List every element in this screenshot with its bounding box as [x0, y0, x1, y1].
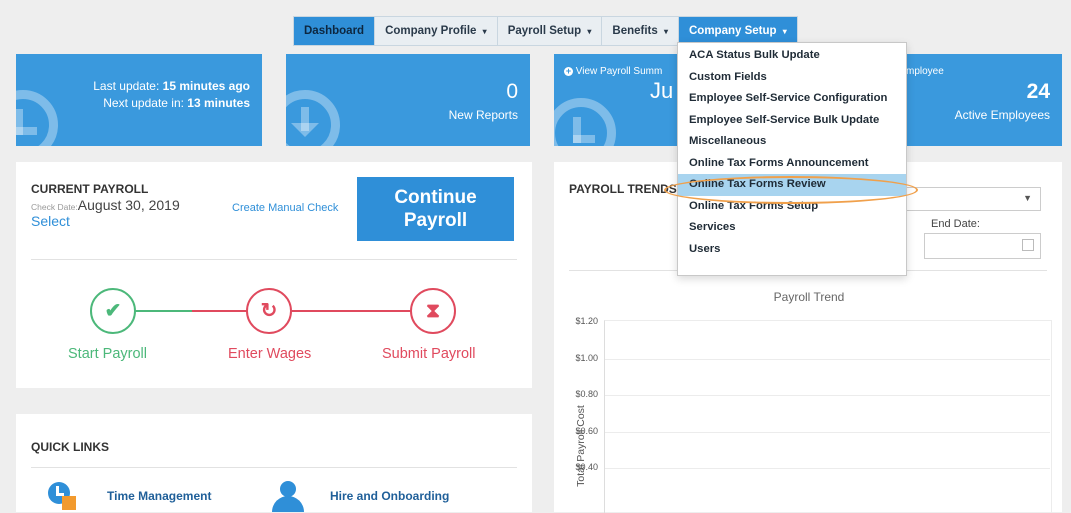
tab-company-profile[interactable]: Company Profile ▾ — [375, 17, 498, 45]
time-management-link[interactable]: Time Management — [107, 489, 211, 503]
menu-item-ess-bulk-update[interactable]: Employee Self-Service Bulk Update — [678, 110, 906, 132]
new-reports-label: New Reports — [448, 108, 518, 122]
tab-label: Company Profile — [385, 25, 477, 37]
person-icon — [280, 481, 296, 497]
menu-item-online-tax-forms-announcement[interactable]: Online Tax Forms Announcement — [678, 153, 906, 175]
chart-y-tick-label: $1.20 — [575, 316, 598, 326]
caret-down-icon: ▾ — [482, 27, 487, 36]
new-reports-count: 0 — [506, 80, 518, 103]
create-manual-check-link[interactable]: Create Manual Check — [232, 202, 338, 214]
tab-label: Payroll Setup — [507, 25, 582, 37]
end-date-input[interactable] — [924, 233, 1041, 259]
check-date-label: Check Date: — [31, 202, 78, 212]
payroll-summary-value: Ju — [650, 78, 674, 103]
current-payroll-title: CURRENT PAYROLL — [31, 182, 149, 196]
step-connector — [192, 310, 434, 312]
check-icon: ✔ — [104, 300, 122, 322]
continue-payroll-line1: Continue — [394, 187, 477, 208]
new-reports-card[interactable]: 0 New Reports — [286, 54, 530, 146]
view-payroll-summary-label: View Payroll Summ — [575, 66, 663, 77]
active-employees-count: 24 — [1026, 80, 1050, 103]
divider — [31, 467, 517, 468]
employee-label: mployee — [906, 66, 944, 77]
submit-payroll-label: Submit Payroll — [382, 346, 476, 362]
quick-links-panel — [16, 414, 532, 512]
menu-item-ess-configuration[interactable]: Employee Self-Service Configuration — [678, 88, 906, 110]
menu-item-services[interactable]: Services — [678, 217, 906, 239]
calendar-icon[interactable] — [1022, 239, 1034, 251]
last-update-label: Last update: — [93, 79, 163, 93]
tab-label: Dashboard — [304, 25, 365, 37]
chart-y-axis-label: Total Payroll Cost — [575, 405, 587, 487]
tab-label: Benefits — [612, 25, 658, 37]
clock-bg-icon — [554, 98, 616, 146]
chart-y-tick-label: $0.40 — [575, 462, 598, 472]
chart-y-tick-label: $0.60 — [575, 425, 598, 436]
tab-company-setup[interactable]: Company Setup ▾ — [679, 17, 797, 45]
caret-down-icon: ▾ — [587, 27, 592, 36]
end-date-label: End Date: — [931, 218, 980, 230]
tab-dashboard[interactable]: Dashboard — [294, 17, 376, 45]
company-setup-dropdown: ACA Status Bulk Update Custom Fields Emp… — [677, 42, 907, 276]
payroll-trends-title: PAYROLL TRENDS — [569, 182, 677, 196]
chart-plot-area — [604, 320, 1052, 513]
tab-label: Company Setup — [689, 25, 777, 37]
tab-benefits[interactable]: Benefits ▾ — [602, 17, 679, 45]
active-employees-label: Active Employees — [954, 108, 1050, 122]
hire-and-onboarding-link[interactable]: Hire and Onboarding — [330, 489, 449, 503]
menu-item-users[interactable]: Users — [678, 239, 906, 261]
menu-item-aca-status-bulk-update[interactable]: ACA Status Bulk Update — [678, 45, 906, 67]
next-update-value: 13 minutes — [187, 96, 250, 110]
calendar-icon — [62, 496, 76, 510]
hourglass-icon: ⧗ — [425, 300, 441, 322]
chart-gridline — [605, 395, 1050, 396]
update-status-text: Last update: 15 minutes ago Next update … — [93, 78, 250, 112]
menu-item-miscellaneous[interactable]: Miscellaneous — [678, 131, 906, 153]
continue-payroll-line2: Payroll — [403, 210, 468, 231]
menu-item-online-tax-forms-review[interactable]: Online Tax Forms Review — [678, 174, 906, 196]
start-payroll-label: Start Payroll — [68, 346, 147, 362]
chart-title: Payroll Trend — [773, 290, 845, 304]
trend-range-select[interactable]: ▼ — [905, 187, 1041, 211]
select-link[interactable]: Select — [31, 213, 70, 229]
download-bg-icon — [286, 90, 340, 146]
check-date-value: August 30, 2019 — [77, 197, 180, 213]
last-update-value: 15 minutes ago — [162, 79, 250, 93]
chart-gridline — [605, 468, 1050, 469]
menu-item-online-tax-forms-setup[interactable]: Online Tax Forms Setup — [678, 196, 906, 218]
start-payroll-step[interactable]: ✔ — [90, 288, 136, 334]
chart-gridline — [605, 358, 1050, 360]
chart-gridline — [605, 431, 1050, 433]
tab-payroll-setup[interactable]: Payroll Setup ▾ — [498, 17, 603, 45]
next-update-label: Next update in: — [103, 96, 188, 110]
chart-y-tick-label: $1.00 — [575, 352, 598, 363]
enter-wages-step[interactable]: ↻ — [246, 288, 292, 334]
chevron-down-icon: ▼ — [1023, 193, 1032, 203]
plus-circle-icon: + — [564, 66, 573, 76]
clock-bg-icon — [16, 90, 58, 146]
caret-down-icon: ▾ — [663, 27, 668, 36]
quick-links-title: QUICK LINKS — [31, 440, 109, 454]
view-payroll-summary-link[interactable]: + View Payroll Summ — [564, 66, 662, 77]
continue-payroll-button[interactable]: Continue Payroll — [357, 177, 514, 241]
refresh-icon: ↻ — [260, 300, 278, 322]
caret-down-icon: ▾ — [782, 27, 787, 36]
divider — [31, 259, 517, 260]
menu-item-custom-fields[interactable]: Custom Fields — [678, 67, 906, 89]
enter-wages-label: Enter Wages — [228, 346, 312, 362]
chart-y-tick-label: $0.80 — [575, 389, 598, 399]
update-status-card: Last update: 15 minutes ago Next update … — [16, 54, 262, 146]
submit-payroll-step[interactable]: ⧗ — [410, 288, 456, 334]
